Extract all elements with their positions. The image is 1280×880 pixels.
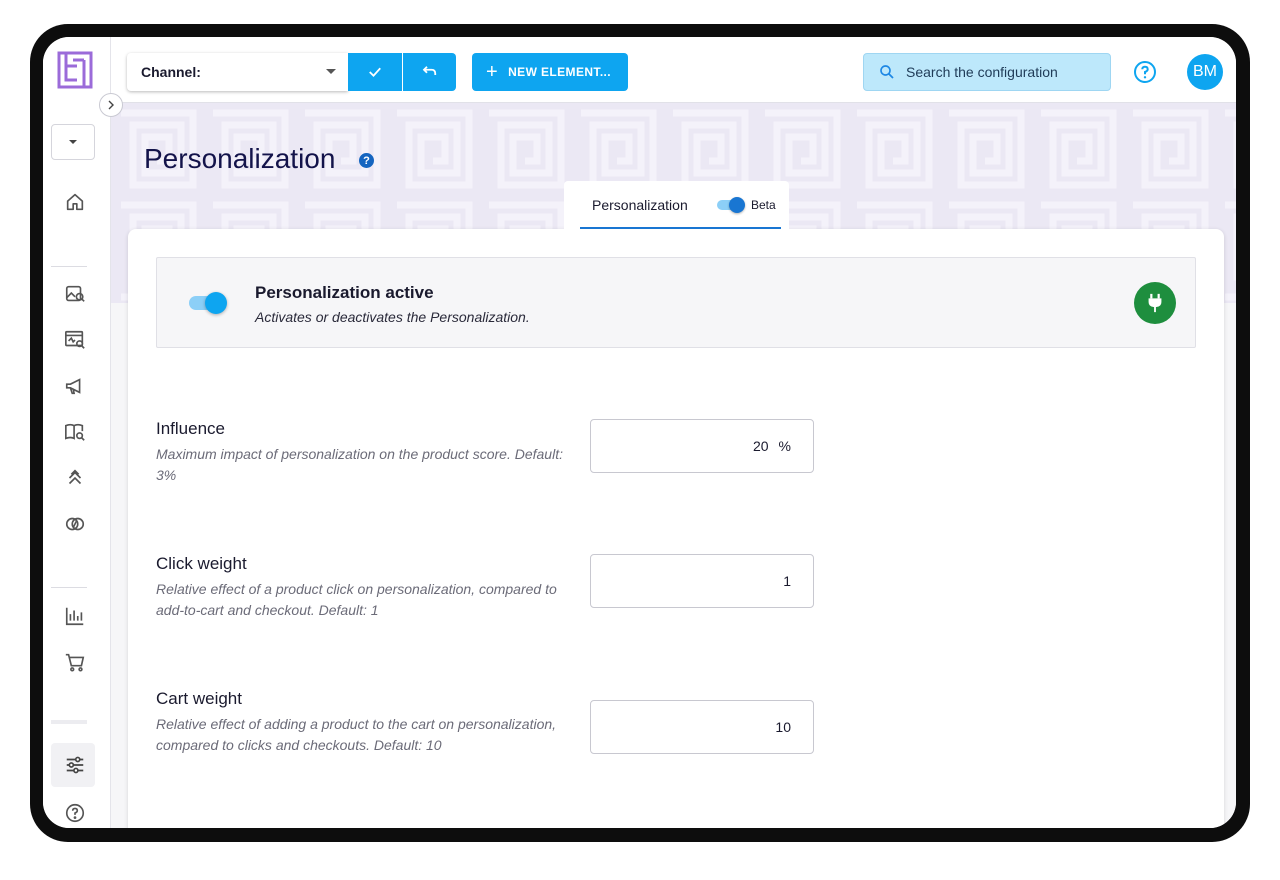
tab-personalization[interactable]: Personalization Beta: [564, 181, 789, 230]
setting-description: Maximum impact of personalization on the…: [156, 446, 563, 483]
field-value: 10: [775, 719, 791, 735]
double-chevron-up-icon[interactable]: [62, 465, 88, 491]
confirm-button[interactable]: [348, 53, 402, 91]
sidebar: [43, 37, 111, 828]
undo-button[interactable]: [403, 53, 456, 91]
page-title: Personalization: [144, 143, 336, 174]
field-value: 20: [752, 438, 769, 454]
caret-down-icon: [326, 69, 336, 74]
book-search-icon[interactable]: [62, 419, 88, 445]
influence-input[interactable]: 20 %: [590, 419, 814, 473]
cart-icon[interactable]: [62, 649, 88, 675]
field-value: 1: [783, 573, 791, 589]
sidebar-divider: [51, 587, 87, 588]
setting-cart-weight: Cart weight Relative effect of adding a …: [156, 689, 576, 756]
new-element-button[interactable]: + NEW ELEMENT...: [472, 53, 628, 91]
topbar: Channel: + NEW ELEMENT... Search the con…: [111, 37, 1236, 103]
sidebar-dropdown[interactable]: [51, 124, 95, 160]
avatar[interactable]: BM: [1187, 54, 1223, 90]
setting-influence: Influence Maximum impact of personalizat…: [156, 419, 576, 486]
beta-label: Beta: [751, 198, 776, 212]
image-search-icon[interactable]: [62, 281, 88, 307]
setting-description: Relative effect of a product click on pe…: [156, 581, 557, 618]
caret-down-icon: [69, 140, 77, 144]
sidebar-divider: [51, 266, 87, 267]
beta-toggle[interactable]: [717, 196, 745, 214]
search-input[interactable]: Search the configuration: [863, 53, 1111, 91]
check-icon: [369, 67, 381, 78]
bar-chart-icon[interactable]: [62, 603, 88, 629]
app-screen: Channel: + NEW ELEMENT... Search the con…: [43, 37, 1236, 828]
channel-label: Channel:: [141, 64, 201, 80]
expand-sidebar-button[interactable]: [99, 93, 123, 117]
setting-title: Influence: [156, 419, 225, 438]
undo-icon: [422, 66, 436, 75]
plug-status-icon: [1134, 282, 1176, 324]
personalization-active-panel: Personalization active Activates or deac…: [156, 257, 1196, 348]
tab-active-indicator: [580, 227, 781, 229]
plus-icon: +: [486, 61, 499, 83]
megaphone-icon[interactable]: [62, 373, 88, 399]
setting-title: Cart weight: [156, 689, 242, 708]
device-frame: Channel: + NEW ELEMENT... Search the con…: [30, 24, 1250, 842]
active-title: Personalization active: [255, 283, 434, 302]
intersect-circles-icon[interactable]: [62, 511, 88, 537]
search-icon: [880, 65, 894, 79]
setting-click-weight: Click weight Relative effect of a produc…: [156, 554, 576, 621]
sidebar-divider: [51, 720, 87, 724]
toggle-knob: [729, 197, 745, 213]
search-placeholder: Search the configuration: [906, 64, 1058, 80]
home-icon[interactable]: [62, 189, 88, 215]
cart-weight-input[interactable]: 10: [590, 700, 814, 754]
help-circle-icon[interactable]: [1133, 60, 1157, 84]
setting-title: Click weight: [156, 554, 247, 573]
title-help-icon[interactable]: ?: [359, 153, 374, 168]
chevron-right-icon: [108, 100, 114, 110]
personalization-active-toggle[interactable]: [189, 292, 227, 314]
logo-icon[interactable]: [57, 51, 93, 89]
new-element-label: NEW ELEMENT...: [508, 65, 612, 79]
toggle-knob: [205, 292, 227, 314]
setting-description: Relative effect of adding a product to t…: [156, 716, 557, 753]
monitor-search-icon[interactable]: [62, 327, 88, 353]
tab-label: Personalization: [592, 197, 688, 213]
active-description: Activates or deactivates the Personaliza…: [255, 309, 530, 325]
channel-select[interactable]: Channel:: [127, 53, 348, 91]
field-unit: %: [778, 438, 791, 454]
click-weight-input[interactable]: 1: [590, 554, 814, 608]
sliders-icon[interactable]: [62, 752, 88, 778]
help-icon[interactable]: [62, 800, 88, 826]
settings-card: Personalization active Activates or deac…: [128, 229, 1224, 828]
